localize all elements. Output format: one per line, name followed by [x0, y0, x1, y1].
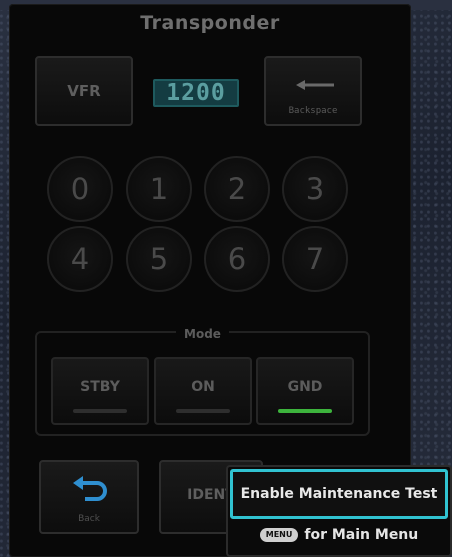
vfr-button[interactable]: VFR — [35, 56, 133, 126]
key-5[interactable]: 5 — [126, 226, 192, 292]
key-3[interactable]: 3 — [282, 156, 348, 222]
key-4[interactable]: 4 — [47, 226, 113, 292]
backspace-arrow-icon — [296, 80, 334, 90]
back-button[interactable]: Back — [39, 460, 139, 534]
back-label: Back — [78, 514, 100, 524]
mode-label: Mode — [176, 327, 229, 341]
backspace-label: Backspace — [288, 106, 338, 116]
mode-on-label: ON — [191, 379, 215, 395]
mode-stby-button[interactable]: STBY — [51, 357, 149, 425]
mode-group: Mode STBY ON GND — [35, 327, 370, 436]
mode-gnd-indicator — [278, 409, 332, 413]
key-7[interactable]: 7 — [282, 226, 348, 292]
menu-key-icon[interactable]: MENU — [259, 528, 299, 542]
squawk-code-field[interactable]: 1200 — [153, 79, 239, 107]
key-2[interactable]: 2 — [204, 156, 270, 222]
mode-gnd-label: GND — [287, 379, 323, 395]
mode-on-button[interactable]: ON — [154, 357, 252, 425]
enable-maintenance-test-option[interactable]: Enable Maintenance Test — [230, 469, 448, 519]
key-0[interactable]: 0 — [47, 156, 113, 222]
main-menu-text: for Main Menu — [304, 527, 419, 543]
menu-popup: Enable Maintenance Test MENU for Main Men… — [226, 465, 452, 557]
page-title: Transponder — [140, 12, 280, 34]
mode-stby-label: STBY — [80, 379, 120, 395]
back-arrow-icon — [73, 476, 107, 501]
key-6[interactable]: 6 — [204, 226, 270, 292]
backspace-button[interactable]: Backspace — [264, 56, 362, 126]
key-1[interactable]: 1 — [126, 156, 192, 222]
main-menu-hint: MENU for Main Menu — [228, 527, 450, 543]
mode-gnd-button[interactable]: GND — [256, 357, 354, 425]
mode-stby-indicator — [73, 409, 127, 413]
mode-on-indicator — [176, 409, 230, 413]
